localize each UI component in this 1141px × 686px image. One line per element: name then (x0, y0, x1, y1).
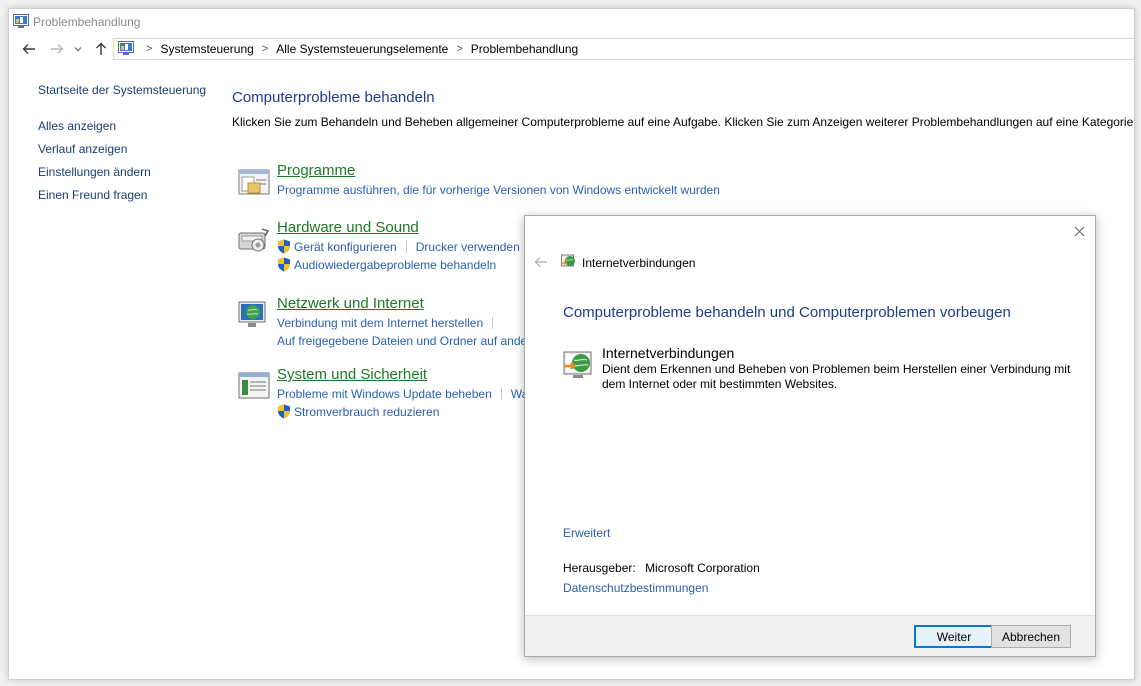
cancel-button[interactable]: Abbrechen (991, 625, 1071, 648)
close-icon (1074, 226, 1084, 236)
breadcrumb-separator-icon[interactable]: > (262, 43, 268, 55)
control-panel-icon (13, 14, 29, 28)
control-panel-icon (118, 41, 134, 55)
shield-icon (278, 404, 290, 419)
link-geraet-konfigurieren[interactable]: Gerät konfigurieren (294, 240, 397, 254)
troubleshooter-dialog: Internetverbindungen Computerprobleme be… (524, 215, 1096, 657)
up-button[interactable] (91, 39, 111, 59)
privacy-link[interactable]: Datenschutzbestimmungen (563, 581, 708, 595)
breadcrumb-separator-icon[interactable]: > (146, 43, 152, 55)
publisher-label: Herausgeber: (563, 561, 636, 575)
sidebar: Startseite der Systemsteuerung Alles anz… (38, 82, 228, 210)
link-divider (492, 316, 494, 329)
sidebar-item-alles-anzeigen[interactable]: Alles anzeigen (38, 118, 228, 135)
arrow-right-icon (51, 44, 64, 54)
intro-text: Klicken Sie zum Behandeln und Beheben al… (232, 115, 1135, 129)
link-windows-update[interactable]: Probleme mit Windows Update beheben (277, 387, 492, 401)
link-drucker-verwenden[interactable]: Drucker verwenden (416, 240, 520, 254)
system-security-icon (238, 372, 270, 399)
back-button[interactable] (19, 39, 39, 59)
breadcrumb-separator-icon[interactable]: > (456, 43, 462, 55)
link-internet-verbindung[interactable]: Verbindung mit dem Internet herstellen (277, 316, 483, 330)
troubleshooter-description: Dient dem Erkennen und Beheben von Probl… (602, 362, 1071, 391)
link-freigegebene-dateien[interactable]: Auf freigegebene Dateien und Ordner auf … (277, 334, 527, 348)
main-content: Computerprobleme behandeln Klicken Sie z… (232, 89, 1135, 129)
advanced-link[interactable]: Erweitert (563, 526, 610, 540)
sidebar-item-einstellungen-aendern[interactable]: Einstellungen ändern (38, 164, 228, 181)
arrow-up-icon (96, 42, 106, 55)
category-title-system-sicherheit[interactable]: System und Sicherheit (277, 366, 427, 383)
link-stromverbrauch[interactable]: Stromverbrauch reduzieren (294, 405, 439, 419)
category-title-hardware-sound[interactable]: Hardware und Sound (277, 219, 419, 236)
internet-connections-icon (563, 351, 592, 378)
link-divider (405, 240, 407, 253)
arrow-left-icon (22, 44, 35, 54)
title-bar: Problembehandlung (9, 9, 1134, 35)
category-title-netzwerk-internet[interactable]: Netzwerk und Internet (277, 295, 424, 312)
next-button[interactable]: Weiter (914, 625, 994, 648)
shield-icon (278, 239, 290, 254)
breadcrumb-problembehandlung[interactable]: Problembehandlung (471, 42, 578, 56)
breadcrumb: > Systemsteuerung > Alle Systemsteuerung… (138, 42, 578, 56)
sidebar-item-freund-fragen[interactable]: Einen Freund fragen (38, 187, 228, 204)
dialog-footer: Weiter Abbrechen (525, 615, 1095, 656)
address-bar[interactable]: > Systemsteuerung > Alle Systemsteuerung… (113, 38, 1134, 60)
navigation-bar: > Systemsteuerung > Alle Systemsteuerung… (9, 37, 1134, 63)
dialog-header-title: Internetverbindungen (582, 256, 696, 270)
sidebar-item-verlauf-anzeigen[interactable]: Verlauf anzeigen (38, 141, 228, 158)
dialog-back-button[interactable] (533, 254, 549, 270)
close-button[interactable] (1071, 223, 1087, 239)
window-title: Problembehandlung (33, 15, 141, 29)
forward-button[interactable] (47, 39, 67, 59)
publisher-info: Herausgeber: Microsoft Corporation (563, 561, 760, 575)
arrow-left-icon (534, 257, 547, 267)
dialog-heading: Computerprobleme behandeln und Computerp… (563, 304, 1011, 321)
troubleshooter-title: Internetverbindungen (602, 345, 735, 361)
shield-icon (278, 257, 290, 272)
link-divider (500, 387, 502, 400)
sidebar-home-link[interactable]: Startseite der Systemsteuerung (38, 82, 228, 99)
link-audiowiedergabe[interactable]: Audiowiedergabeprobleme behandeln (294, 258, 496, 272)
publisher-value: Microsoft Corporation (645, 561, 760, 575)
network-internet-icon (238, 301, 266, 327)
breadcrumb-systemsteuerung[interactable]: Systemsteuerung (160, 42, 253, 56)
chevron-down-icon (74, 47, 82, 52)
page-title: Computerprobleme behandeln (232, 89, 435, 106)
programs-icon (238, 169, 270, 195)
hardware-sound-icon (238, 228, 270, 252)
recent-locations-button[interactable] (71, 39, 85, 59)
link-programme-kompatibilitaet[interactable]: Programme ausführen, die für vorherige V… (277, 183, 720, 197)
internet-connections-icon (561, 254, 575, 267)
breadcrumb-alle-elemente[interactable]: Alle Systemsteuerungselemente (276, 42, 448, 56)
category-title-programme[interactable]: Programme (277, 162, 355, 179)
